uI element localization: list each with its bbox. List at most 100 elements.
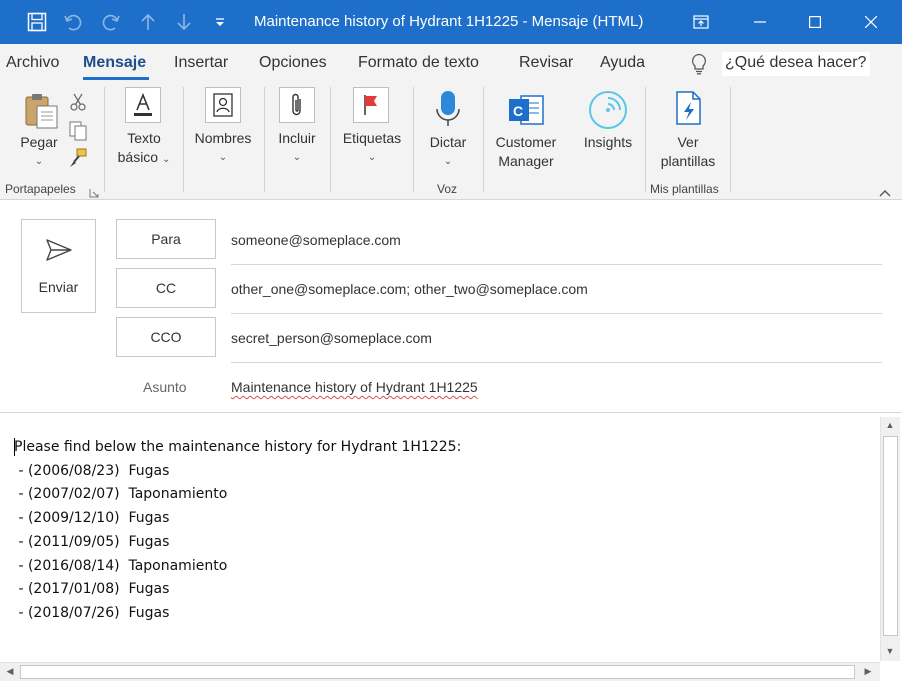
message-body[interactable]: Please find below the maintenance histor… xyxy=(14,436,461,626)
ribbon-separator xyxy=(483,87,484,192)
cc-button[interactable]: CC xyxy=(116,268,216,308)
ribbon-separator xyxy=(183,87,184,192)
header-body-divider xyxy=(0,412,902,413)
chevron-down-icon: ⌄ xyxy=(218,152,228,163)
dialog-launcher-icon[interactable] xyxy=(89,185,99,203)
horizontal-scroll-thumb[interactable] xyxy=(20,665,855,679)
send-icon xyxy=(45,238,73,267)
paste-label: Pegar xyxy=(20,134,58,150)
names-label: Nombres xyxy=(194,130,252,146)
tab-insertar[interactable]: Insertar xyxy=(174,54,228,72)
dictate-button[interactable]: Dictar ⌄ xyxy=(420,133,476,171)
cc-field[interactable]: other_one@someplace.com; other_two@somep… xyxy=(231,281,588,297)
to-field[interactable]: someone@someplace.com xyxy=(231,232,401,248)
paste-button[interactable]: Pegar ⌄ xyxy=(18,133,60,171)
include-button[interactable]: Incluir ⌄ xyxy=(268,129,326,167)
customer-manager-label-1: Customer xyxy=(495,134,557,150)
field-divider xyxy=(231,313,882,314)
body-line: - (2016/08/14) Taponamiento xyxy=(14,557,228,574)
customer-manager-icon: C xyxy=(507,90,547,135)
collapse-ribbon-icon[interactable] xyxy=(878,185,892,203)
minimize-icon[interactable] xyxy=(737,0,783,44)
bcc-button[interactable]: CCO xyxy=(116,317,216,357)
text-format-icon xyxy=(125,87,161,123)
ribbon-separator xyxy=(330,87,331,192)
bcc-field[interactable]: secret_person@someplace.com xyxy=(231,330,432,346)
ribbon-separator xyxy=(104,87,105,192)
scroll-right-icon[interactable]: ▶ xyxy=(860,666,876,677)
up-arrow-icon[interactable] xyxy=(136,10,160,34)
body-line: - (2017/01/08) Fugas xyxy=(14,581,170,598)
paperclip-icon xyxy=(279,87,315,123)
ribbon-separator xyxy=(413,87,414,192)
subject-label: Asunto xyxy=(143,379,187,395)
body-line: - (2007/02/07) Taponamiento xyxy=(14,486,228,503)
chevron-down-icon: ⌄ xyxy=(161,154,171,165)
close-icon[interactable] xyxy=(848,0,894,44)
body-line: - (2006/08/23) Fugas xyxy=(14,462,170,479)
format-painter-icon[interactable] xyxy=(68,148,88,173)
names-button[interactable]: Nombres ⌄ xyxy=(188,129,258,167)
scroll-up-icon[interactable]: ▲ xyxy=(882,420,898,430)
horizontal-scrollbar[interactable]: ◀ ▶ xyxy=(0,662,880,681)
customize-icon[interactable] xyxy=(208,10,232,34)
view-templates-button[interactable]: Ver plantillas xyxy=(650,133,726,171)
body-line: - (2018/07/26) Fugas xyxy=(14,604,170,621)
send-button[interactable]: Enviar xyxy=(21,219,96,313)
body-line: - (2011/09/05) Fugas xyxy=(14,533,170,550)
undo-icon[interactable] xyxy=(61,10,85,34)
active-tab-indicator xyxy=(83,77,149,80)
window-title: Maintenance history of Hydrant 1H1225 - … xyxy=(254,13,644,30)
to-button[interactable]: Para xyxy=(116,219,216,259)
basic-text-button[interactable]: Texto básico ⌄ xyxy=(108,129,180,169)
tab-archivo[interactable]: Archivo xyxy=(6,54,59,72)
insights-button[interactable]: Insights xyxy=(576,133,640,152)
tell-me-search-input[interactable]: ¿Qué desea hacer? xyxy=(722,52,870,76)
svg-text:C: C xyxy=(513,103,523,119)
customer-manager-label-2: Manager xyxy=(498,153,554,169)
view-templates-label-2: plantillas xyxy=(660,153,716,169)
vertical-scrollbar[interactable]: ▲ ▼ xyxy=(880,417,900,661)
copy-icon[interactable] xyxy=(69,121,87,146)
redo-icon[interactable] xyxy=(99,10,123,34)
save-icon[interactable] xyxy=(25,10,49,34)
dictate-label: Dictar xyxy=(429,134,467,150)
basic-text-label-2: básico xyxy=(117,149,159,165)
cut-icon[interactable] xyxy=(69,93,87,116)
tags-label: Etiquetas xyxy=(342,130,402,146)
ribbon-separator xyxy=(264,87,265,192)
insights-icon xyxy=(586,88,630,137)
subject-field[interactable]: Maintenance history of Hydrant 1H1225 xyxy=(231,379,478,395)
tab-formato-de-texto[interactable]: Formato de texto xyxy=(358,54,479,72)
group-label-mis-plantillas: Mis plantillas xyxy=(650,182,719,196)
tab-opciones[interactable]: Opciones xyxy=(259,54,327,72)
tab-ayuda[interactable]: Ayuda xyxy=(600,54,645,72)
field-divider xyxy=(231,362,882,363)
group-label-portapapeles: Portapapeles xyxy=(5,182,76,196)
field-divider xyxy=(231,264,882,265)
tab-revisar[interactable]: Revisar xyxy=(519,54,573,72)
restore-ribbon-icon[interactable] xyxy=(678,0,724,44)
scroll-left-icon[interactable]: ◀ xyxy=(2,666,18,677)
scroll-down-icon[interactable]: ▼ xyxy=(882,646,898,656)
paste-icon[interactable] xyxy=(22,91,62,136)
tab-mensaje[interactable]: Mensaje xyxy=(83,54,146,72)
group-label-voz: Voz xyxy=(437,182,458,196)
insights-label: Insights xyxy=(583,134,633,150)
vertical-scroll-thumb[interactable] xyxy=(883,436,898,636)
flag-icon xyxy=(353,87,389,123)
chevron-down-icon: ⌄ xyxy=(443,156,453,167)
ribbon: Pegar ⌄ Portapapeles Texto básico ⌄ Nomb… xyxy=(0,82,902,200)
body-line: - (2009/12/10) Fugas xyxy=(14,510,170,527)
templates-icon xyxy=(674,90,704,133)
maximize-icon[interactable] xyxy=(792,0,838,44)
chevron-down-icon: ⌄ xyxy=(292,152,302,163)
tags-button[interactable]: Etiquetas ⌄ xyxy=(336,129,408,167)
title-bar: Maintenance history of Hydrant 1H1225 - … xyxy=(0,0,902,44)
address-book-icon xyxy=(205,87,241,123)
down-arrow-icon[interactable] xyxy=(172,10,196,34)
body-intro: Please find below the maintenance histor… xyxy=(14,439,462,455)
send-label: Enviar xyxy=(38,279,79,295)
customer-manager-button[interactable]: Customer Manager xyxy=(488,133,564,171)
chevron-down-icon: ⌄ xyxy=(34,156,44,167)
